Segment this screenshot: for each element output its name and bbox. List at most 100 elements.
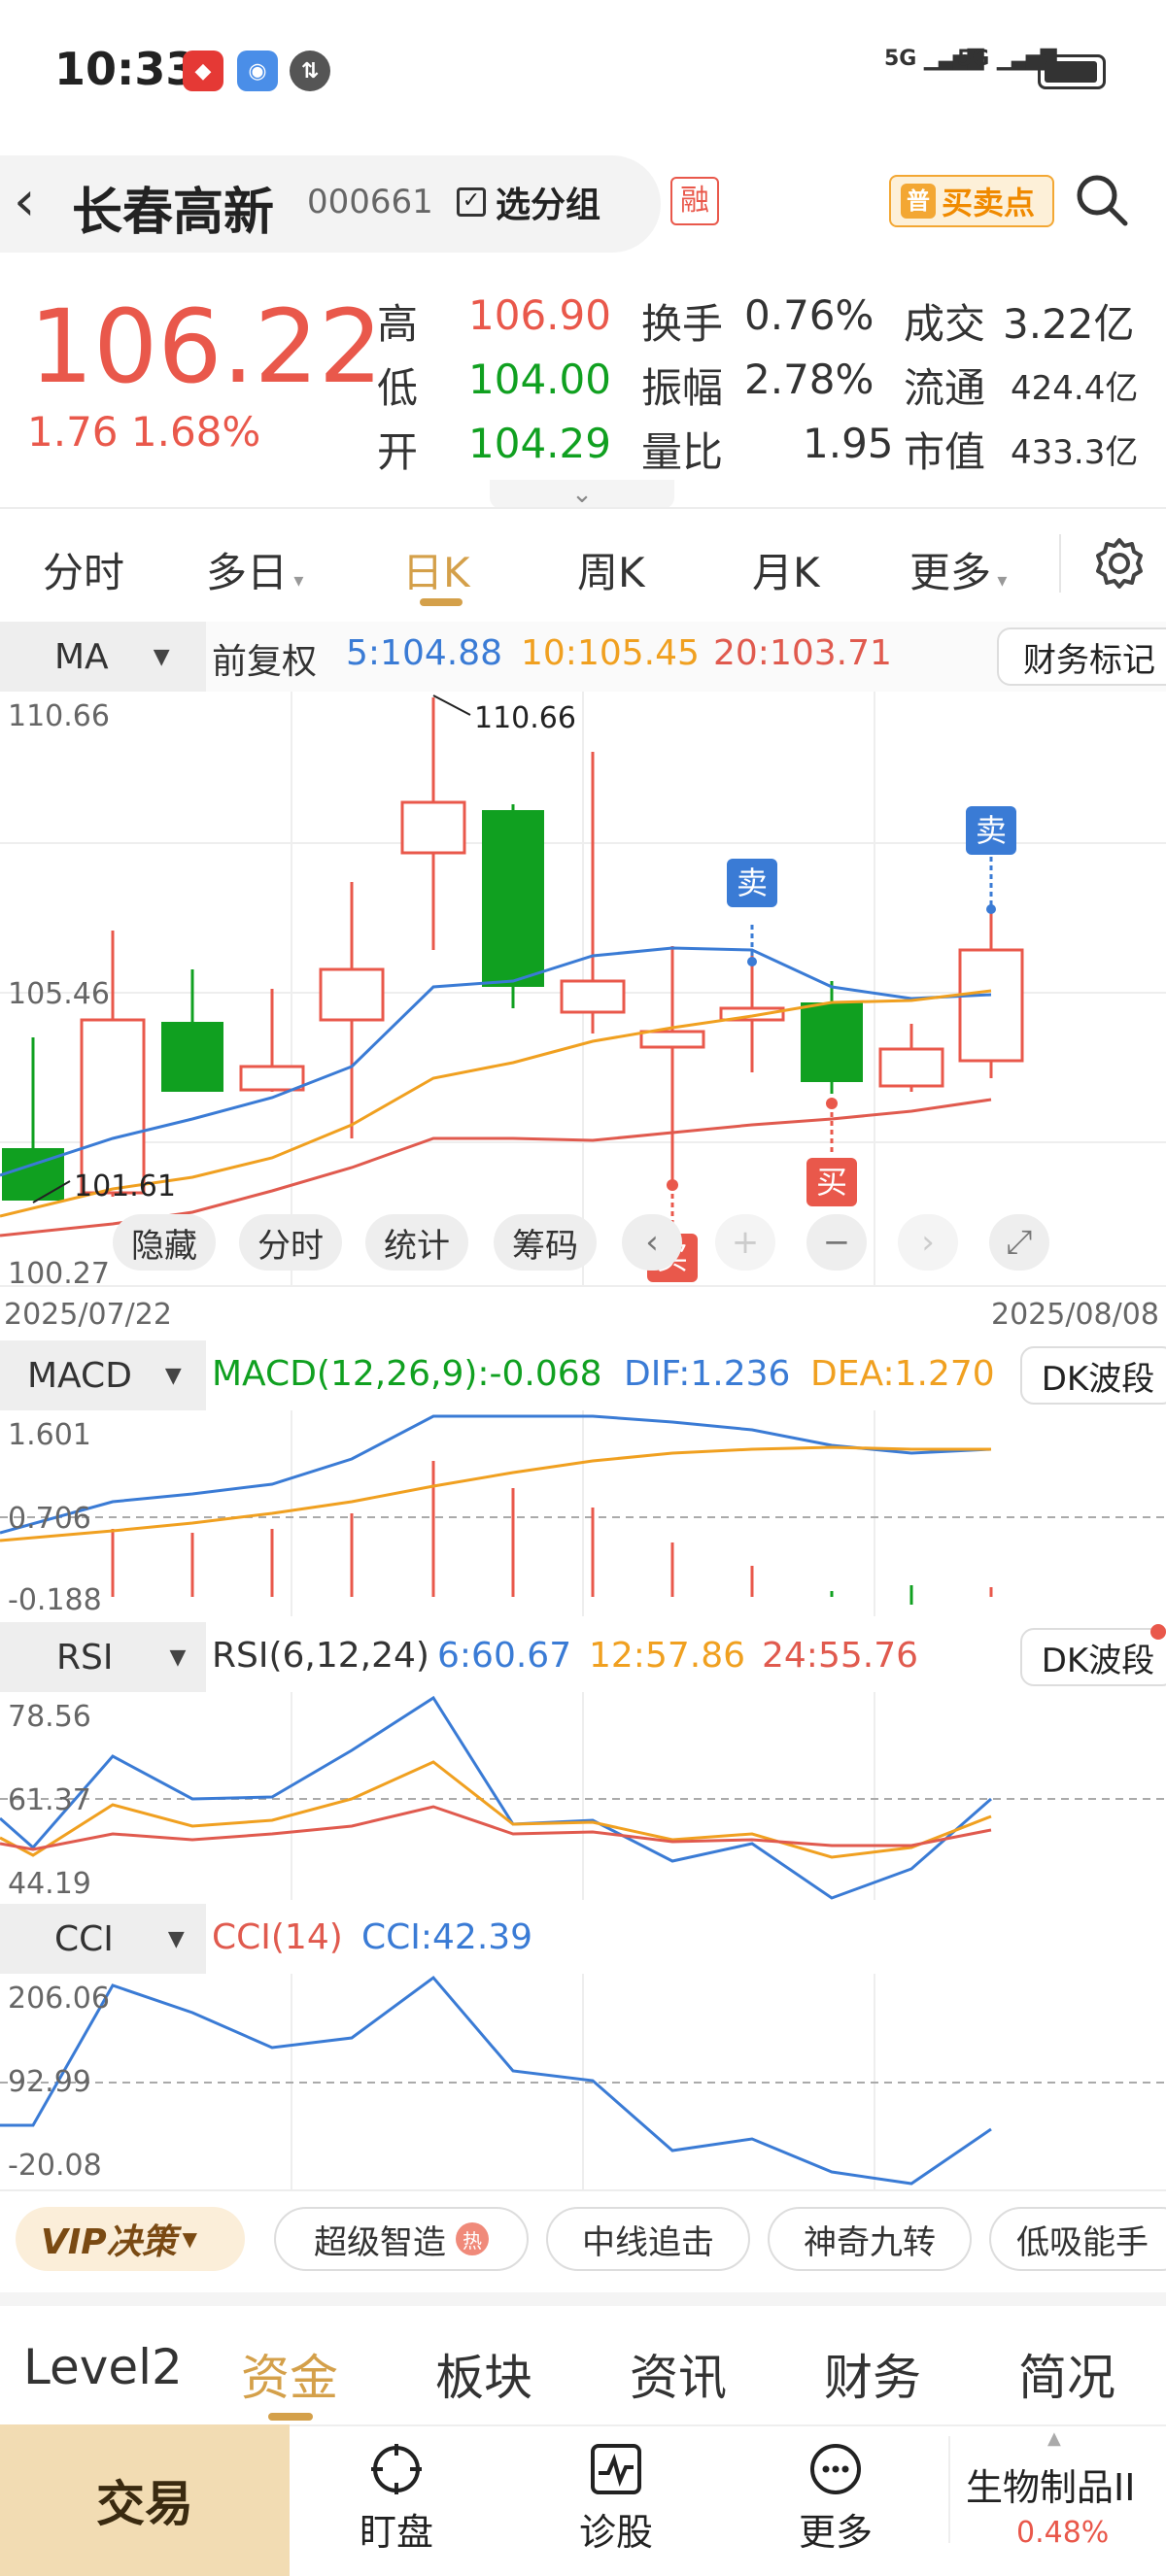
cci-chart: [0, 1974, 1166, 2189]
footer-more[interactable]: 更多: [768, 2502, 904, 2556]
rsi-selector[interactable]: RSI ▼: [0, 1622, 206, 1692]
buy-sell-point-button[interactable]: 普 买卖点: [889, 175, 1054, 227]
cci-y-top: 206.06: [8, 1982, 110, 2016]
sell-signal-1[interactable]: 卖: [727, 859, 777, 907]
rsi24-value: 24:55.76: [762, 1636, 918, 1676]
cci-line: [0, 1975, 992, 2186]
chip-midline-chase[interactable]: 中线追击: [546, 2207, 750, 2271]
amplitude-value: 2.78%: [744, 356, 874, 403]
price-change: 1.76 1.68%: [27, 408, 261, 456]
high-value: 106.90: [468, 291, 611, 339]
tab-daily-k[interactable]: 日K: [402, 540, 470, 599]
select-group-label: 选分组: [496, 186, 601, 225]
tab-timeshare[interactable]: 分时: [43, 540, 124, 599]
app-notification-icon: ◆: [183, 51, 223, 91]
hide-button[interactable]: 隐藏: [113, 1214, 216, 1271]
low-value: 104.00: [468, 356, 611, 403]
tab-monthly-k[interactable]: 月K: [752, 540, 820, 599]
active-tab-indicator: [268, 2413, 313, 2421]
fullscreen-icon[interactable]: ⤢: [989, 1214, 1049, 1271]
rsi12-value: 12:57.86: [589, 1636, 745, 1676]
trade-button[interactable]: 交易: [0, 2424, 290, 2576]
max-marker: [432, 695, 471, 716]
dropdown-icon: ▼: [182, 2227, 198, 2251]
cci-title: CCI(14): [212, 1917, 343, 1957]
dif-value: DIF:1.236: [624, 1354, 791, 1394]
section-gap: [0, 2292, 1166, 2306]
expand-chevron-icon[interactable]: ⌄: [490, 480, 674, 509]
zoom-in-icon[interactable]: +: [715, 1214, 775, 1271]
search-icon[interactable]: [1073, 171, 1131, 229]
chip-magic-nine[interactable]: 神奇九转: [768, 2207, 972, 2271]
chip-super-smart[interactable]: 超级智造 热: [274, 2207, 529, 2271]
date-start: 2025/07/22: [4, 1298, 172, 1332]
sector-name[interactable]: 生物制品II: [966, 2457, 1135, 2511]
chips-button[interactable]: 筹码: [494, 1214, 597, 1271]
dk-band-button[interactable]: DK波段: [1020, 1346, 1166, 1405]
divider: [0, 2189, 1166, 2191]
tab-profile[interactable]: 简况: [1018, 2339, 1115, 2409]
current-price: 106.22: [29, 288, 383, 406]
cci-selector[interactable]: CCI ▼: [0, 1904, 206, 1974]
kline-y-min: 100.27: [8, 1257, 110, 1291]
macd-value: MACD(12,26,9):-0.068: [212, 1354, 602, 1394]
date-end: 2025/08/08: [991, 1298, 1159, 1332]
financial-mark-button[interactable]: 财务标记: [997, 627, 1166, 686]
cci-label: CCI: [54, 1918, 114, 1959]
open-label: 开: [377, 428, 419, 476]
dropdown-icon: ▼: [167, 1926, 185, 1951]
statistics-button[interactable]: 统计: [365, 1214, 468, 1271]
macd-y-mid: 0.706: [8, 1502, 91, 1536]
kline-y-max: 110.66: [8, 699, 110, 733]
open-value: 104.29: [468, 420, 611, 467]
ma-selector[interactable]: MA ▼: [0, 622, 206, 692]
cci-y-mid: 92.99: [8, 2065, 91, 2099]
next-arrow-icon[interactable]: ›: [898, 1214, 958, 1271]
buy-sell-point-label: 买卖点: [942, 185, 1036, 221]
tab-more[interactable]: 更多 ▾: [909, 540, 1007, 599]
status-time: 10:33: [54, 43, 197, 95]
timeshare-button[interactable]: 分时: [239, 1214, 342, 1271]
data-transfer-icon: ⇅: [290, 51, 330, 91]
active-tab-indicator: [420, 598, 463, 606]
vip-decision-button[interactable]: VIP决策 ▼: [16, 2207, 245, 2271]
market-cap-label: 市值: [904, 428, 986, 476]
tab-multi-day[interactable]: 多日 ▾: [206, 540, 303, 599]
tab-sector[interactable]: 板块: [435, 2339, 532, 2409]
diagnose-chart-icon: [591, 2444, 641, 2494]
cci-value: CCI:42.39: [361, 1917, 533, 1957]
chip-low-absorb[interactable]: 低吸能手: [989, 2207, 1166, 2271]
select-group-button[interactable]: ✓ 选分组: [457, 177, 600, 227]
sector-change: 0.48%: [1016, 2516, 1110, 2550]
tab-finance[interactable]: 财务: [824, 2339, 921, 2409]
back-arrow-icon[interactable]: ‹: [14, 173, 35, 231]
dropdown-icon: ▼: [164, 1363, 182, 1388]
low-label: 低: [377, 364, 419, 412]
tab-level2[interactable]: Level2: [23, 2339, 183, 2395]
max-price-label: 110.66: [474, 701, 576, 735]
tab-funds[interactable]: 资金: [241, 2339, 338, 2409]
dk-band-button-rsi[interactable]: DK波段: [1020, 1628, 1166, 1686]
rsi6-line: [0, 1695, 992, 1900]
stock-name: 长春高新: [72, 184, 275, 242]
macd-label: MACD: [27, 1355, 132, 1396]
sell-signal-2[interactable]: 卖: [966, 806, 1016, 855]
tab-weekly-k[interactable]: 周K: [577, 540, 645, 599]
macd-y-bot: -0.188: [8, 1583, 102, 1617]
ma5-value: 5:104.88: [346, 633, 502, 673]
rsi6-value: 6:60.67: [437, 1636, 572, 1676]
market-cap-value: 433.3亿: [1011, 433, 1139, 472]
volume-ratio-value: 1.95: [803, 420, 894, 467]
settings-gear-icon[interactable]: [1092, 536, 1147, 591]
buy-signal-1[interactable]: 买: [806, 1158, 857, 1206]
prev-arrow-icon[interactable]: ‹: [622, 1214, 682, 1271]
high-label: 高: [377, 300, 419, 348]
margin-trading-badge[interactable]: 融: [670, 177, 719, 225]
footer-diagnose[interactable]: 诊股: [548, 2502, 684, 2556]
adjust-type[interactable]: 前复权: [212, 633, 317, 684]
tab-news[interactable]: 资讯: [630, 2339, 727, 2409]
macd-selector[interactable]: MACD ▼: [0, 1340, 206, 1410]
footer-watch[interactable]: 盯盘: [328, 2502, 464, 2556]
watch-target-icon: [371, 2444, 422, 2494]
zoom-out-icon[interactable]: −: [806, 1214, 867, 1271]
